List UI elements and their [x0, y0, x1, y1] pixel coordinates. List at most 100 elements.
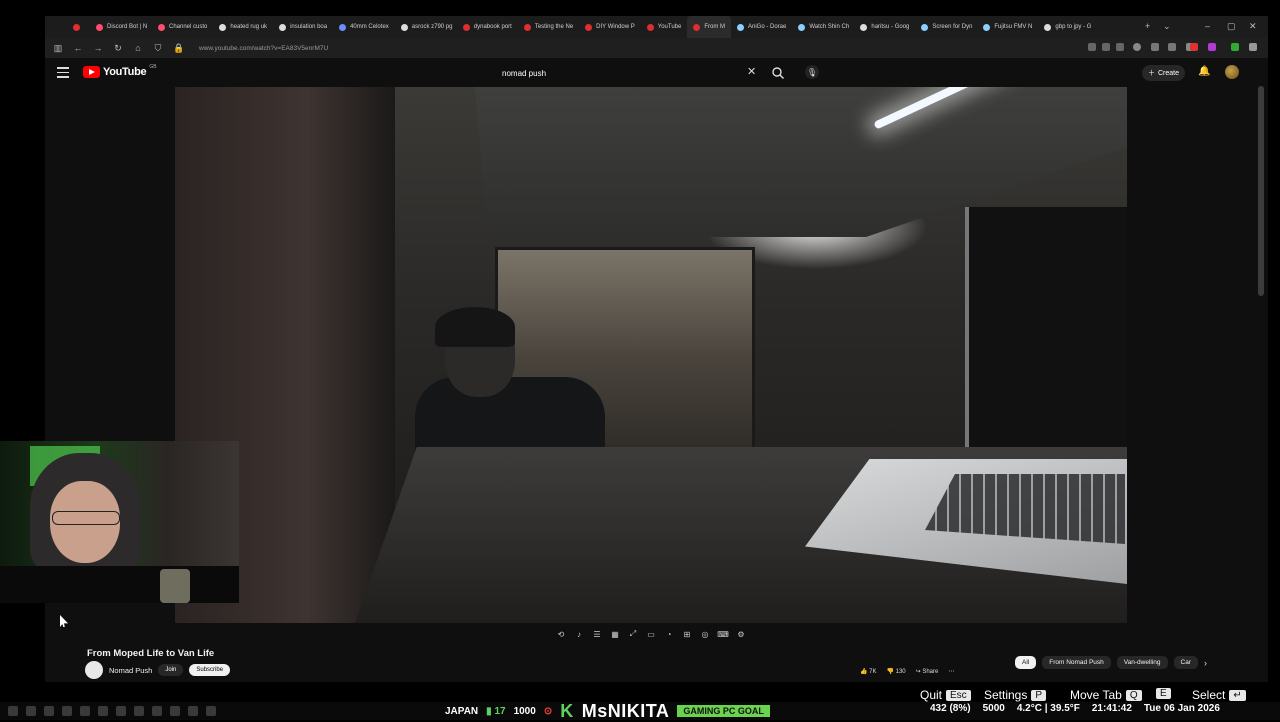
taskbar-app-icon[interactable]	[44, 706, 54, 716]
plus-icon: ＋	[1148, 70, 1155, 77]
country-code: GB	[149, 64, 157, 70]
playlist-icon[interactable]: ☰	[591, 628, 603, 640]
browser-tab[interactable]: Screen for Dyn	[915, 16, 977, 38]
dislike-button[interactable]: 👎 130	[886, 668, 905, 675]
taskbar-app-icon[interactable]	[116, 706, 126, 716]
browser-tab[interactable]: gbp to jpy - G	[1038, 16, 1097, 38]
chevron-right-icon[interactable]: ›	[1204, 658, 1207, 668]
browser-tab[interactable]	[67, 16, 90, 38]
like-button[interactable]: 👍 7K	[860, 668, 876, 675]
start-icon[interactable]	[8, 706, 18, 716]
tab-favicon-icon	[339, 23, 347, 31]
speed-icon[interactable]: ◔	[663, 628, 675, 640]
webcam-overlay	[0, 441, 239, 603]
browser-tab[interactable]: asrock z790 pg	[395, 16, 457, 38]
browser-tab[interactable]: YouTube	[641, 16, 688, 38]
page-scrollbar[interactable]	[1258, 86, 1264, 296]
browser-tab[interactable]: From M	[687, 16, 731, 38]
video-player[interactable]	[175, 87, 1127, 623]
extension-icon[interactable]	[1208, 43, 1216, 51]
new-tab-icon[interactable]: +	[1145, 21, 1150, 31]
video-title: From Moped Life to Van Life	[87, 648, 215, 659]
taskbar-app-icon[interactable]	[188, 706, 198, 716]
settings-icon[interactable]: ⚙	[735, 628, 747, 640]
maximize-icon[interactable]: ▢	[1227, 21, 1236, 32]
home-icon[interactable]: ⌂	[133, 43, 143, 53]
url-text[interactable]: www.youtube.com/watch?v=EA83V5enrM7U	[199, 45, 328, 52]
channel-name[interactable]: Nomad Push	[109, 666, 152, 675]
browser-tab[interactable]: heated rug uk	[213, 16, 273, 38]
account-avatar[interactable]	[1225, 65, 1239, 79]
back-icon[interactable]: ←	[73, 43, 83, 53]
menu-icon[interactable]	[1249, 43, 1257, 51]
chapters-icon[interactable]: ▦	[609, 628, 621, 640]
miniplayer-icon[interactable]: ▭	[645, 628, 657, 640]
taskbar-app-icon[interactable]	[62, 706, 72, 716]
close-window-icon[interactable]: ✕	[1249, 21, 1257, 32]
taskbar-app-icon[interactable]	[134, 706, 144, 716]
dislike-count: 130	[895, 669, 906, 675]
youtube-logo[interactable]: YouTube GB	[83, 64, 157, 78]
filter-chip[interactable]: Car	[1173, 656, 1198, 669]
ticker-count: ▮ 17	[486, 705, 506, 717]
create-button[interactable]: ＋ Create	[1142, 65, 1186, 81]
extension-icon[interactable]	[1102, 43, 1110, 51]
filter-chip[interactable]: All	[1015, 656, 1037, 669]
filter-chip[interactable]: Van-dwelling	[1116, 656, 1168, 669]
taskbar-app-icon[interactable]	[80, 706, 90, 716]
extension-icon[interactable]	[1231, 43, 1239, 51]
screenshot-icon[interactable]: ◎	[699, 628, 711, 640]
taskbar-app-icon[interactable]	[98, 706, 108, 716]
extension-icon[interactable]	[1151, 43, 1159, 51]
goal-progress: 432 (8%)	[930, 703, 971, 714]
stream-ticker: JAPAN ▮ 17 1000 ⊙ K MsNIKITA GAMING PC G…	[445, 701, 770, 721]
browser-tab[interactable]: Fujitsu FMV N	[977, 16, 1038, 38]
extension-icon[interactable]	[1168, 43, 1176, 51]
expand-icon[interactable]: ⤢	[627, 628, 639, 640]
taskbar-app-icon[interactable]	[206, 706, 216, 716]
loop-icon[interactable]: ⟲	[555, 628, 567, 640]
reload-icon[interactable]: ↻	[113, 43, 123, 54]
browser-tab[interactable]: 40mm Celotex	[333, 16, 395, 38]
share-button[interactable]: ↪ Share	[916, 668, 939, 675]
add-icon[interactable]: ⊞	[681, 628, 693, 640]
browser-tab[interactable]: Testing the Ne	[518, 16, 579, 38]
filter-chip[interactable]: From Nomad Push	[1042, 656, 1111, 669]
more-actions-icon[interactable]: ⋯	[948, 668, 954, 675]
browser-tab[interactable]: haritsu - Goog	[854, 16, 915, 38]
forward-icon[interactable]: →	[93, 43, 103, 53]
extension-icon[interactable]	[1088, 43, 1096, 51]
subscribe-button[interactable]: Subscribe	[189, 664, 231, 676]
taskbar-app-icon[interactable]	[26, 706, 36, 716]
search-input[interactable]	[490, 68, 730, 78]
keyboard-icon[interactable]: ⌨	[717, 628, 729, 640]
minimize-icon[interactable]: –	[1205, 21, 1210, 31]
taskbar-app-icon[interactable]	[152, 706, 162, 716]
join-button[interactable]: Join	[158, 664, 184, 676]
browser-tab[interactable]: Watch Shin Ch	[792, 16, 854, 38]
sidebar-toggle-icon[interactable]: ▥	[53, 43, 63, 54]
ticker-total: 1000	[513, 705, 536, 717]
browser-tab[interactable]: Channel custo	[152, 16, 213, 38]
shield-icon[interactable]: ⛉	[153, 43, 163, 54]
bookmark-icon[interactable]	[1116, 43, 1124, 51]
tab-label: haritsu - Goog	[871, 24, 910, 30]
browser-tab[interactable]: AniGo - Dorae	[731, 16, 792, 38]
browser-tab[interactable]: dynabook port	[457, 16, 518, 38]
guide-menu-icon[interactable]	[57, 67, 69, 78]
browser-tab[interactable]: DIY Window P	[579, 16, 641, 38]
extension-icon[interactable]	[1190, 43, 1198, 51]
microphone-icon[interactable]: 🎙	[805, 65, 819, 79]
browser-tab[interactable]: insulation boa	[273, 16, 333, 38]
tab-list-icon[interactable]: ⌄	[1163, 21, 1171, 32]
search-icon[interactable]	[771, 66, 785, 80]
clear-search-icon[interactable]: ✕	[747, 65, 756, 78]
channel-avatar[interactable]	[85, 661, 103, 679]
extension-icon[interactable]	[1133, 43, 1141, 51]
volume-icon[interactable]: ♪	[573, 628, 585, 640]
taskbar-app-icon[interactable]	[170, 706, 180, 716]
browser-tab[interactable]: Discord Bot | N	[90, 16, 152, 38]
tab-label: From M	[704, 24, 725, 30]
notifications-bell-icon[interactable]: 🔔	[1198, 66, 1210, 77]
ticker-country: JAPAN	[445, 705, 479, 717]
